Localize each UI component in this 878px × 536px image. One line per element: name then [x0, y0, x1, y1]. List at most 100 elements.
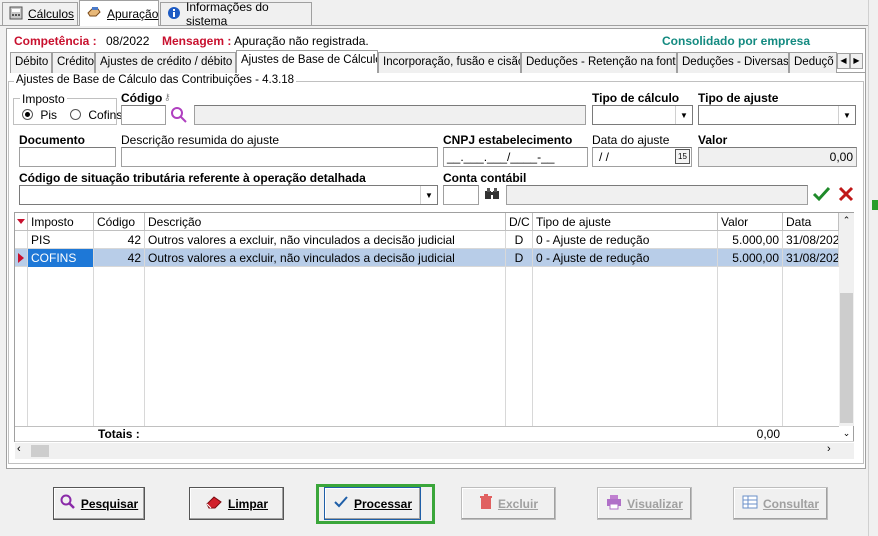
col-header-data[interactable]: Data [783, 213, 839, 231]
conta-description-field [506, 185, 808, 205]
row-pointer-icon [15, 249, 28, 267]
competencia-value: 08/2022 [106, 34, 150, 48]
cell-data: 31/08/202 [783, 249, 839, 267]
tipo-ajuste-select[interactable]: ▼ [698, 105, 856, 125]
horizontal-scroll-thumb[interactable] [31, 445, 49, 457]
table-row[interactable]: PIS 42 Outros valores a excluir, não vin… [15, 231, 839, 249]
scroll-up-icon[interactable]: ⌃ [839, 213, 854, 228]
radio-cofins[interactable]: Cofins [70, 108, 122, 122]
tab-calculos-label: Cálculos [28, 7, 75, 21]
vertical-scrollbar[interactable]: ⌃ [839, 213, 854, 426]
subtab-deducoes-more[interactable]: Deduçõ [789, 52, 837, 73]
cell-dc: D [506, 249, 533, 267]
data-ajuste-label: Data do ajuste [592, 133, 670, 147]
chevron-down-icon: ▼ [675, 106, 692, 124]
cell-data: 31/08/202 [783, 231, 839, 249]
limpar-button[interactable]: Limpar [189, 487, 284, 520]
limpar-label: Limpar [227, 496, 268, 511]
cell-tipo-ajuste: 0 - Ajuste de redução [533, 249, 718, 267]
cell-imposto: COFINS [28, 249, 94, 267]
conta-input[interactable] [443, 185, 479, 205]
col-header-valor[interactable]: Valor [718, 213, 783, 231]
cst-label: Código de situação tributária referente … [19, 171, 366, 185]
competencia-label: Competência : [14, 34, 97, 48]
pesquisar-button[interactable]: Pesquisar [53, 487, 145, 520]
table-icon [742, 494, 758, 513]
cancel-x-icon[interactable] [838, 185, 854, 206]
cell-valor: 5.000,00 [718, 231, 783, 249]
mensagem-value: Apuração não registrada. [234, 34, 369, 48]
cnpj-label: CNPJ estabelecimento [443, 133, 573, 147]
confirm-check-icon[interactable] [812, 185, 832, 206]
vertical-scroll-thumb[interactable] [840, 293, 853, 423]
cell-codigo: 42 [94, 249, 145, 267]
subtab-credito[interactable]: Crédito [52, 52, 95, 73]
cell-descricao: Outros valores a excluir, não vinculados… [145, 249, 506, 267]
cnpj-input[interactable]: __.___.___/____-__ [443, 147, 588, 167]
excluir-label: Excluir [497, 496, 539, 511]
scroll-left-icon[interactable]: ‹ [17, 443, 21, 455]
col-header-dc[interactable]: D/C [506, 213, 533, 231]
descricao-input[interactable] [121, 147, 438, 167]
descricao-label: Descrição resumida do ajuste [121, 133, 280, 147]
eraser-icon [205, 495, 223, 512]
col-header-codigo[interactable]: Código [94, 213, 145, 231]
radio-pis-label: Pis [40, 108, 58, 122]
consultar-button[interactable]: Consultar [733, 487, 828, 520]
codigo-input[interactable] [121, 105, 166, 125]
data-ajuste-value: / / [599, 150, 610, 164]
valor-field: 0,00 [698, 147, 857, 167]
printer-icon [606, 494, 622, 513]
excluir-button[interactable]: Excluir [461, 487, 556, 520]
tab-scroll-left-button[interactable]: ◀ [837, 53, 850, 69]
scroll-down-icon[interactable]: ⌄ [839, 426, 854, 441]
sort-indicator-icon [15, 213, 28, 231]
cell-imposto: PIS [28, 231, 94, 249]
col-header-descricao[interactable]: Descrição [145, 213, 506, 231]
chevron-down-icon: ▼ [420, 186, 437, 204]
top-tab-bar: Cálculos Apuração Informações do sistema [0, 0, 878, 28]
subtab-retencao-fonte[interactable]: Deduções - Retenção na fonte [521, 52, 677, 73]
radio-cofins-dot [70, 109, 81, 120]
key-icon: ⚷ [164, 92, 171, 102]
binoculars-icon[interactable] [484, 186, 500, 205]
mensagem-label: Mensagem : [162, 34, 232, 48]
subtab-deducoes-diversas[interactable]: Deduções - Diversas [677, 52, 789, 73]
col-header-tipo-ajuste[interactable]: Tipo de ajuste [533, 213, 718, 231]
radio-pis[interactable]: Pis [22, 108, 57, 122]
subtab-incorporacao[interactable]: Incorporação, fusão e cisão [378, 52, 521, 73]
imposto-label: Imposto [20, 92, 67, 106]
radio-cofins-label: Cofins [88, 108, 123, 122]
window-edge [868, 0, 878, 536]
tab-scroll-right-button[interactable]: ▶ [850, 53, 863, 69]
trash-icon [479, 494, 493, 513]
col-header-imposto[interactable]: Imposto [28, 213, 94, 231]
radio-pis-dot [22, 109, 33, 120]
info-bar: Competência : 08/2022 Mensagem : Apuraçã… [10, 32, 860, 50]
tab-apuracao[interactable]: Apuração [79, 0, 159, 26]
info-icon [167, 6, 181, 23]
tab-calculos[interactable]: Cálculos [2, 2, 78, 25]
visualizar-label: Visualizar [627, 496, 683, 511]
documento-input[interactable] [19, 147, 116, 167]
subtab-ajustes-base-calculo[interactable]: Ajustes de Base de Cálculo [236, 50, 378, 73]
codigo-description-field [194, 105, 586, 125]
edge-indicator [872, 200, 878, 210]
subtab-ajustes-credito-debito[interactable]: Ajustes de crédito / débito [95, 52, 236, 73]
calendar-icon[interactable]: 15 [675, 149, 690, 164]
tab-informacoes-label: Informações do sistema [186, 0, 269, 28]
search-icon[interactable] [170, 106, 188, 127]
subtab-debito[interactable]: Débito [10, 52, 52, 73]
tipo-calculo-select[interactable]: ▼ [592, 105, 693, 125]
valor-label: Valor [698, 133, 728, 147]
scroll-right-icon[interactable]: › [827, 443, 831, 455]
consultar-label: Consultar [762, 496, 819, 511]
hand-icon [86, 5, 102, 22]
consolidado-label: Consolidado por empresa [662, 34, 811, 48]
table-row-selected[interactable]: COFINS 42 Outros valores a excluir, não … [15, 249, 839, 267]
cst-select[interactable]: ▼ [19, 185, 438, 205]
tab-informacoes[interactable]: Informações do sistema [160, 0, 312, 28]
hscroll-spacer [15, 441, 854, 442]
visualizar-button[interactable]: Visualizar [597, 487, 692, 520]
horizontal-scrollbar[interactable]: ‹ › [15, 443, 854, 459]
